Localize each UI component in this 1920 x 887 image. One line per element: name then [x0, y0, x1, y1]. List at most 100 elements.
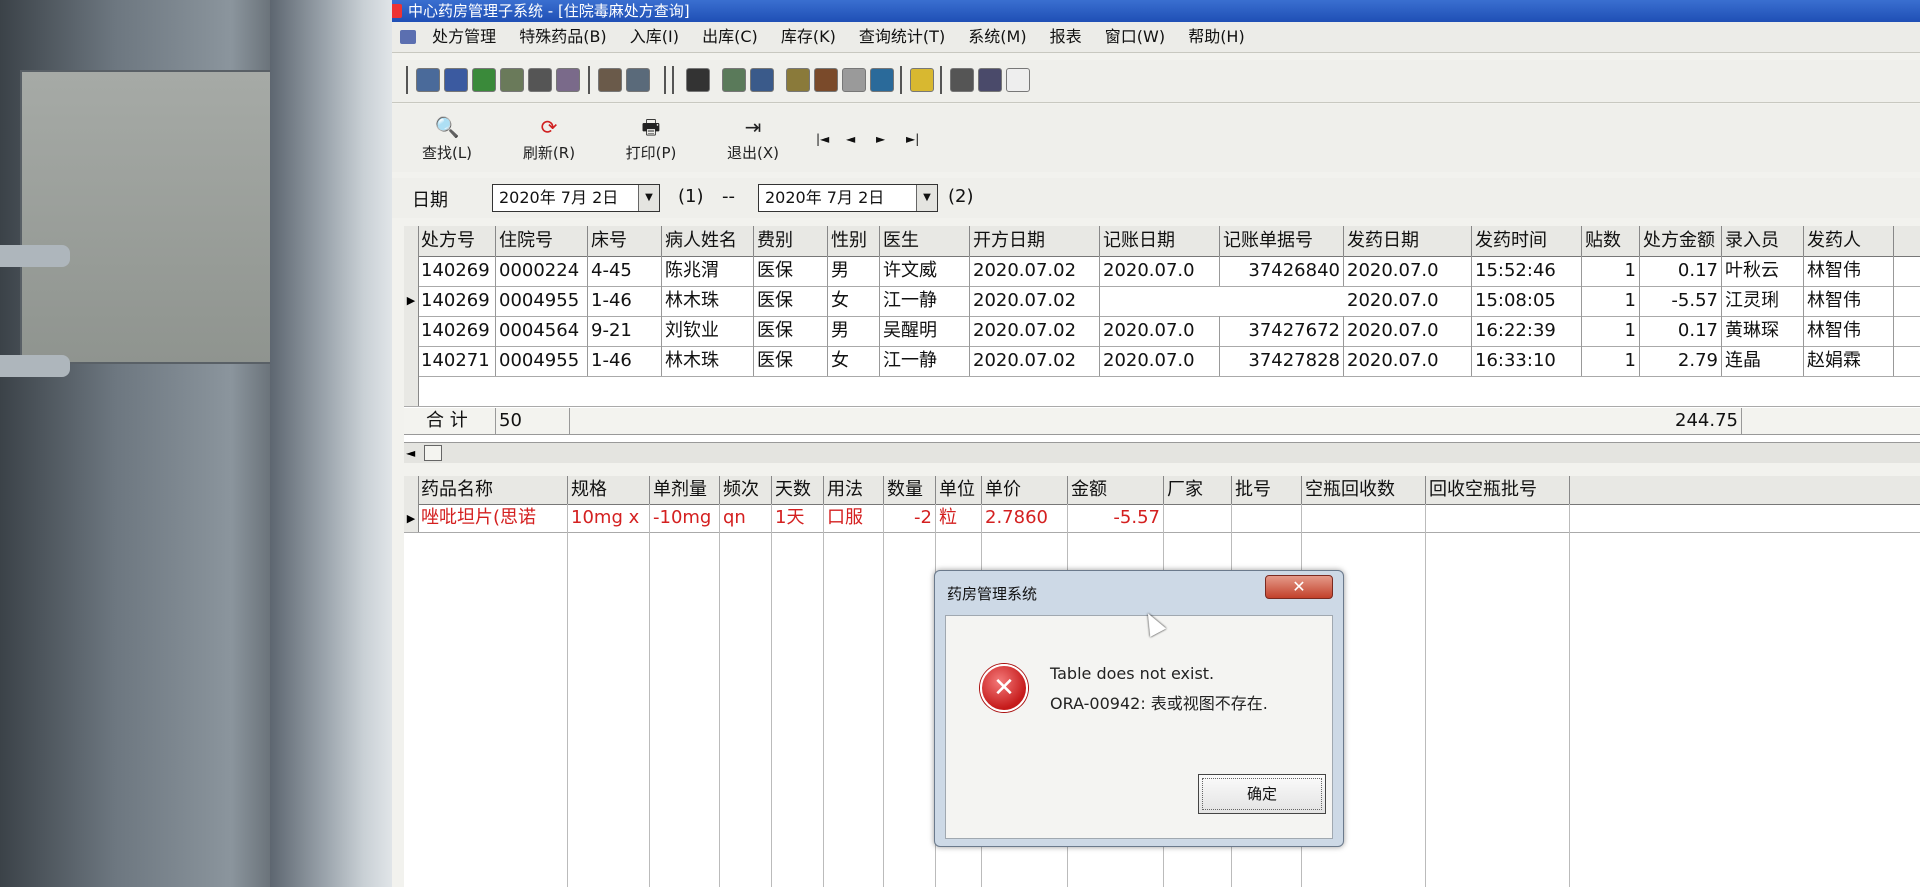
menu-help[interactable]: 帮助(H) [1179, 22, 1254, 52]
col-header-unit-dose[interactable]: 单剂量 [650, 476, 720, 504]
col-header-dispenser[interactable]: 发药人 [1804, 226, 1894, 256]
cell-patient-name[interactable]: 林木珠 [662, 346, 754, 376]
col-header-amount[interactable]: 金额 [1068, 476, 1164, 504]
cell-amount[interactable]: -5.57 [1068, 504, 1164, 532]
folder-tool-icon[interactable] [910, 68, 934, 92]
col-header-admission-no[interactable]: 住院号 [496, 226, 588, 256]
col-header-rx-amount[interactable]: 处方金额 [1640, 226, 1722, 256]
report-tool-icon[interactable] [786, 68, 810, 92]
cell-entry-clerk[interactable]: 叶秋云 [1722, 256, 1804, 286]
col-header-voucher-no[interactable]: 记账单据号 [1220, 226, 1344, 256]
window-tool-icon[interactable] [1006, 68, 1030, 92]
col-header-patient-name[interactable]: 病人姓名 [662, 226, 754, 256]
binoculars-tool-icon[interactable] [528, 68, 552, 92]
cell-bed-no[interactable]: 1-46 [588, 286, 662, 316]
col-header-doctor[interactable]: 医生 [880, 226, 970, 256]
table-row[interactable]: 140269 0000224 4-45 陈兆渭 医保男许文威 2020.07.02 2020… [404, 256, 1920, 287]
prev-record-button[interactable]: ◄ [846, 132, 855, 146]
date-from-picker[interactable]: 2020年 7月 2日 ▼ [492, 184, 660, 212]
stack-tool-icon[interactable] [556, 68, 580, 92]
cell-fee-type[interactable]: 医保 [754, 256, 828, 286]
document-tool-icon[interactable] [500, 68, 524, 92]
cell-frequency[interactable]: qn [720, 504, 772, 532]
cell-dispenser[interactable]: 林智伟 [1804, 316, 1894, 346]
cell-gender[interactable]: 女 [828, 286, 880, 316]
horizontal-scrollbar[interactable]: ◄ [404, 442, 1920, 463]
cell-dispenser[interactable]: 林智伟 [1804, 256, 1894, 286]
edit-tool-icon[interactable] [598, 68, 622, 92]
col-header-spec[interactable]: 规格 [568, 476, 650, 504]
cell-dispense-date[interactable]: 2020.07.0 [1344, 316, 1472, 346]
menu-query-stats[interactable]: 查询统计(T) [850, 22, 954, 52]
menu-window[interactable]: 窗口(W) [1096, 22, 1174, 52]
table-row[interactable]: 140271 0004955 1-46 林木珠 医保女江一静 2020.07.02 2020… [404, 346, 1920, 377]
cell-posting-date[interactable]: 2020.07.0 [1100, 346, 1220, 376]
cell-prescribe-date[interactable]: 2020.07.02 [970, 256, 1100, 286]
cell-dispenser[interactable]: 林智伟 [1804, 286, 1894, 316]
cell-unit-dose[interactable]: -10mg [650, 504, 720, 532]
dialog-close-button[interactable]: ✕ [1265, 575, 1333, 599]
cell-dispense-date[interactable]: 2020.07.0 [1344, 346, 1472, 376]
cell-patient-name[interactable]: 陈兆渭 [662, 256, 754, 286]
search-patient-tool-icon[interactable] [722, 68, 746, 92]
menu-outbound[interactable]: 出库(C) [693, 22, 767, 52]
cell-fee-type[interactable]: 医保 [754, 346, 828, 376]
col-header-frequency[interactable]: 频次 [720, 476, 772, 504]
col-header-bed-no[interactable]: 床号 [588, 226, 662, 256]
col-header-unit[interactable]: 单位 [936, 476, 982, 504]
cell-spec[interactable]: 10mg x [568, 504, 650, 532]
cell-dispenser[interactable]: 赵娟霖 [1804, 346, 1894, 376]
cell-doses[interactable]: 1 [1582, 256, 1640, 286]
col-header-fee-type[interactable]: 费别 [754, 226, 828, 256]
cell-admission-no[interactable]: 0000224 [496, 256, 588, 286]
ok-button[interactable]: 确定 [1198, 774, 1326, 814]
cell-dispense-time[interactable]: 16:22:39 [1472, 316, 1582, 346]
cell-rx-no[interactable]: 140269 [418, 286, 496, 316]
cell-dispense-time[interactable]: 15:52:46 [1472, 256, 1582, 286]
col-header-rx-no[interactable]: 处方号 [418, 226, 496, 256]
last-record-button[interactable]: ►| [906, 132, 919, 146]
system-menu-icon[interactable] [400, 30, 416, 44]
cell-rx-amount[interactable]: 0.17 [1640, 316, 1722, 346]
table-row[interactable]: ▶ 140269 0004955 1-46 林木珠 医保女江一静 2020.07.02 202… [404, 286, 1920, 317]
cell-patient-name[interactable]: 林木珠 [662, 286, 754, 316]
first-record-button[interactable]: |◄ [816, 132, 829, 146]
cell-rx-no[interactable]: 140271 [418, 346, 496, 376]
col-header-gender[interactable]: 性别 [828, 226, 880, 256]
col-header-entry-clerk[interactable]: 录入员 [1722, 226, 1804, 256]
cell-bed-no[interactable]: 4-45 [588, 256, 662, 286]
menu-prescription[interactable]: 处方管理 [423, 22, 505, 52]
cell-dispense-time[interactable]: 15:08:05 [1472, 286, 1582, 316]
cell-doses[interactable]: 1 [1582, 316, 1640, 346]
col-header-unit-price[interactable]: 单价 [982, 476, 1068, 504]
cell-usage[interactable]: 口服 [824, 504, 884, 532]
next-record-button[interactable]: ► [876, 132, 885, 146]
cell-quantity[interactable]: -2 [884, 504, 936, 532]
cell-rx-amount[interactable]: -5.57 [1640, 286, 1722, 316]
table-row[interactable]: ▶ 唑吡坦片(思诺 10mg x -10mg qn 1天 口服 -2 粒 2.7860 -5.57 [404, 504, 1920, 533]
cell-drug-name[interactable]: 唑吡坦片(思诺 [418, 504, 568, 532]
bottle-tool-icon[interactable] [444, 68, 468, 92]
col-header-drug-name[interactable]: 药品名称 [418, 476, 568, 504]
cell-prescribe-date[interactable]: 2020.07.02 [970, 286, 1100, 316]
cell-admission-no[interactable]: 0004955 [496, 346, 588, 376]
cell-patient-name[interactable]: 刘钦业 [662, 316, 754, 346]
cell-prescribe-date[interactable]: 2020.07.02 [970, 346, 1100, 376]
cell-doctor[interactable]: 江一静 [880, 346, 970, 376]
chevron-down-icon[interactable]: ▼ [916, 185, 937, 211]
cell-voucher-no[interactable]: 37426840 [1220, 256, 1344, 286]
print-button[interactable]: 🖶 打印(P) [616, 116, 686, 163]
cell-dispense-date[interactable]: 2020.07.0 [1344, 256, 1472, 286]
cell-unit-price[interactable]: 2.7860 [982, 504, 1068, 532]
cell-dispense-time[interactable]: 16:33:10 [1472, 346, 1582, 376]
list-tool-icon[interactable] [626, 68, 650, 92]
scroll-left-icon[interactable]: ◄ [406, 443, 415, 463]
cell-prescribe-date[interactable]: 2020.07.02 [970, 316, 1100, 346]
menu-inbound[interactable]: 入库(I) [621, 22, 688, 52]
cell-fee-type[interactable]: 医保 [754, 286, 828, 316]
scroll-thumb[interactable] [424, 445, 442, 461]
eraser-tool-icon[interactable] [950, 68, 974, 92]
table-row[interactable]: 140269 0004564 9-21 刘钦业 医保男吴醒明 2020.07.02 2020… [404, 316, 1920, 347]
cell-admission-no[interactable]: 0004564 [496, 316, 588, 346]
cell-gender[interactable]: 男 [828, 316, 880, 346]
